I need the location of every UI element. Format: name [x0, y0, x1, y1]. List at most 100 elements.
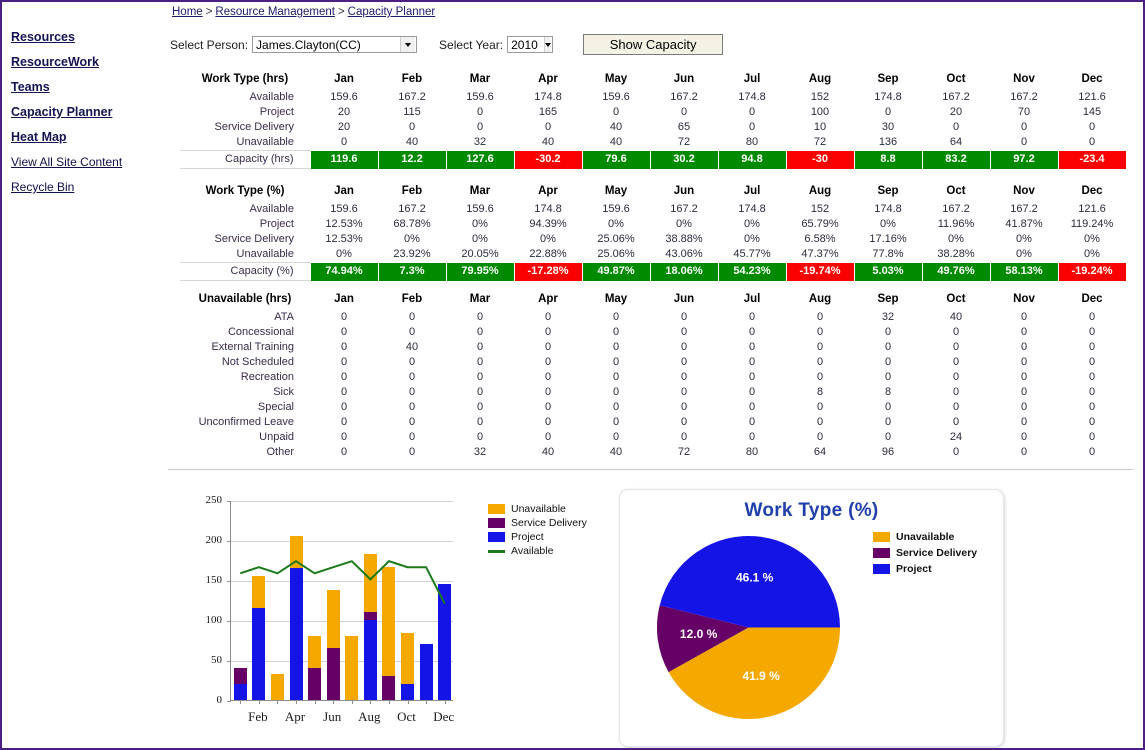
row-label: Unconfirmed Leave	[198, 416, 294, 428]
sidebar-item-view-all-site-content[interactable]: View All Site Content	[11, 155, 171, 169]
cell: 8	[816, 386, 824, 398]
cell: 0	[544, 311, 552, 323]
table-row: Project 12.53% 68.78% 0% 94.39% 0% 0% 0% 65.79% 0…	[180, 217, 1126, 232]
cell: 72	[677, 446, 691, 458]
sidebar-item-heat-map[interactable]: Heat Map	[11, 130, 171, 144]
table-row: Not Scheduled 0 0 0 0 0 0 0 0 0 0 0 0	[180, 355, 1126, 370]
table-header-row: Work Type (%) Jan Feb Mar Apr May Jun Jul Aug Sep…	[180, 184, 1126, 202]
cell: 159.6	[330, 91, 358, 103]
cell: 0	[748, 341, 756, 353]
y-axis-label: 100	[205, 614, 223, 626]
table-row: Available 159.6 167.2 159.6 174.8 159.6 167.2 1…	[180, 202, 1126, 217]
capacity-cell: 30.2	[649, 150, 719, 169]
cell: 0	[1020, 326, 1028, 338]
cell: 159.6	[602, 91, 630, 103]
legend-item: Unavailable	[873, 530, 977, 544]
column-header-oct: Oct	[946, 293, 966, 305]
pie-slice-value-label: 41.9 %	[742, 669, 780, 683]
work-type-hours-title: Work Type (hrs)	[201, 73, 289, 85]
cell: 20	[337, 106, 351, 118]
legend-swatch	[873, 532, 890, 542]
cell: 0	[952, 446, 960, 458]
capacity-row-label: Capacity (hrs)	[180, 150, 310, 169]
cell: 0	[952, 371, 960, 383]
x-axis-label-aug: Aug	[358, 709, 381, 724]
cell: 0	[1020, 356, 1028, 368]
column-header-sep: Sep	[877, 293, 899, 305]
column-header-nov: Nov	[1013, 73, 1035, 85]
cell: 0	[680, 341, 688, 353]
capacity-cell: 83.2	[921, 150, 991, 169]
sidebar-item-recycle-bin[interactable]: Recycle Bin	[11, 180, 171, 194]
work-type-hours-table: Work Type (hrs) Jan Feb Mar Apr May Jun Jul Aug S…	[180, 72, 1127, 169]
cell: 115	[403, 106, 421, 118]
pie-chart-panel: Work Type (%) 41.9 % 12.0 % 46.1 % Unavail…	[619, 489, 1004, 747]
sidebar-item-teams[interactable]: Teams	[11, 80, 171, 94]
table-row: Special 0 0 0 0 0 0 0 0 0 0 0 0	[180, 400, 1126, 415]
cell: 32	[473, 136, 487, 149]
cell: 0	[1020, 136, 1028, 149]
row-label: Available	[249, 91, 294, 103]
bar-chart-legend: Unavailable Service Delivery Project Availa…	[488, 502, 587, 558]
cell: 0%	[676, 218, 692, 230]
table-row: Unpaid 0 0 0 0 0 0 0 0 0 24 0 0	[180, 430, 1126, 445]
cell: 0	[1020, 121, 1028, 133]
column-header-aug: Aug	[808, 293, 832, 305]
cell: 38.28%	[937, 248, 975, 261]
column-header-apr: Apr	[538, 293, 558, 305]
column-header-jun: Jun	[673, 185, 695, 197]
breadcrumb-link-capacity-planner[interactable]: Capacity Planner	[348, 6, 436, 18]
column-header-mar: Mar	[469, 293, 491, 305]
breadcrumb-link-home[interactable]: Home	[172, 6, 203, 18]
table-row: Sick 0 0 0 0 0 0 0 8 8 0 0 0	[180, 385, 1126, 400]
cell: 68.78%	[393, 218, 431, 230]
cell: 40	[541, 136, 555, 149]
cell: 20	[337, 121, 351, 133]
cell: 0	[748, 106, 756, 118]
table-row: Project 20 115 0 165 0 0 0 100 0 20 70 145	[180, 105, 1126, 120]
capacity-planner-page: Home > Resource Management > Capacity Planne…	[0, 0, 1145, 750]
cell: 0	[340, 356, 348, 368]
cell: 0	[340, 341, 348, 353]
cell: 0	[748, 416, 756, 428]
cell: 41.87%	[1005, 218, 1043, 230]
cell: 0	[680, 311, 688, 323]
legend-item: Project	[488, 530, 587, 544]
cell: 65.79%	[801, 218, 839, 230]
cell: 174.8	[874, 91, 902, 103]
year-select[interactable]: 2010	[507, 36, 554, 53]
select-person-label: Select Person:	[170, 37, 249, 52]
cell: 0	[680, 431, 688, 443]
cell: 174.8	[534, 91, 562, 103]
legend-swatch	[488, 518, 505, 528]
section-divider	[168, 469, 1133, 470]
show-capacity-button[interactable]: Show Capacity	[583, 34, 724, 55]
cell: 0	[408, 371, 416, 383]
sidebar-item-capacity-planner[interactable]: Capacity Planner	[11, 105, 171, 119]
person-select[interactable]: James.Clayton(CC)	[252, 36, 418, 53]
cell: 0	[952, 121, 960, 133]
cell: 167.2	[1010, 91, 1038, 103]
cell: 0	[612, 106, 620, 118]
sidebar-item-resources[interactable]: Resources	[11, 30, 171, 44]
table-header-row: Work Type (hrs) Jan Feb Mar Apr May Jun Jul Aug S…	[180, 72, 1126, 90]
legend-label: Unavailable	[511, 503, 566, 515]
x-axis-label-oct: Oct	[397, 709, 416, 724]
cell: 0	[816, 311, 824, 323]
capacity-cell: 49.87%	[581, 262, 651, 281]
cell: 0	[1088, 446, 1096, 458]
cell: 22.88%	[529, 248, 567, 261]
y-axis-label: 150	[205, 574, 223, 586]
sidebar-item-resourcework[interactable]: ResourceWork	[11, 55, 171, 69]
breadcrumb-link-resource-management[interactable]: Resource Management	[215, 6, 335, 18]
cell: 0%	[1016, 233, 1032, 245]
legend-item: Available	[488, 544, 587, 558]
cell: 70	[1017, 106, 1031, 118]
cell: 40	[405, 341, 419, 353]
bar-chart-plot-area	[227, 501, 453, 704]
column-header-feb: Feb	[401, 185, 423, 197]
cell: 40	[405, 136, 419, 149]
cell: 0	[680, 356, 688, 368]
cell: 40	[609, 446, 623, 458]
cell: 0	[612, 386, 620, 398]
